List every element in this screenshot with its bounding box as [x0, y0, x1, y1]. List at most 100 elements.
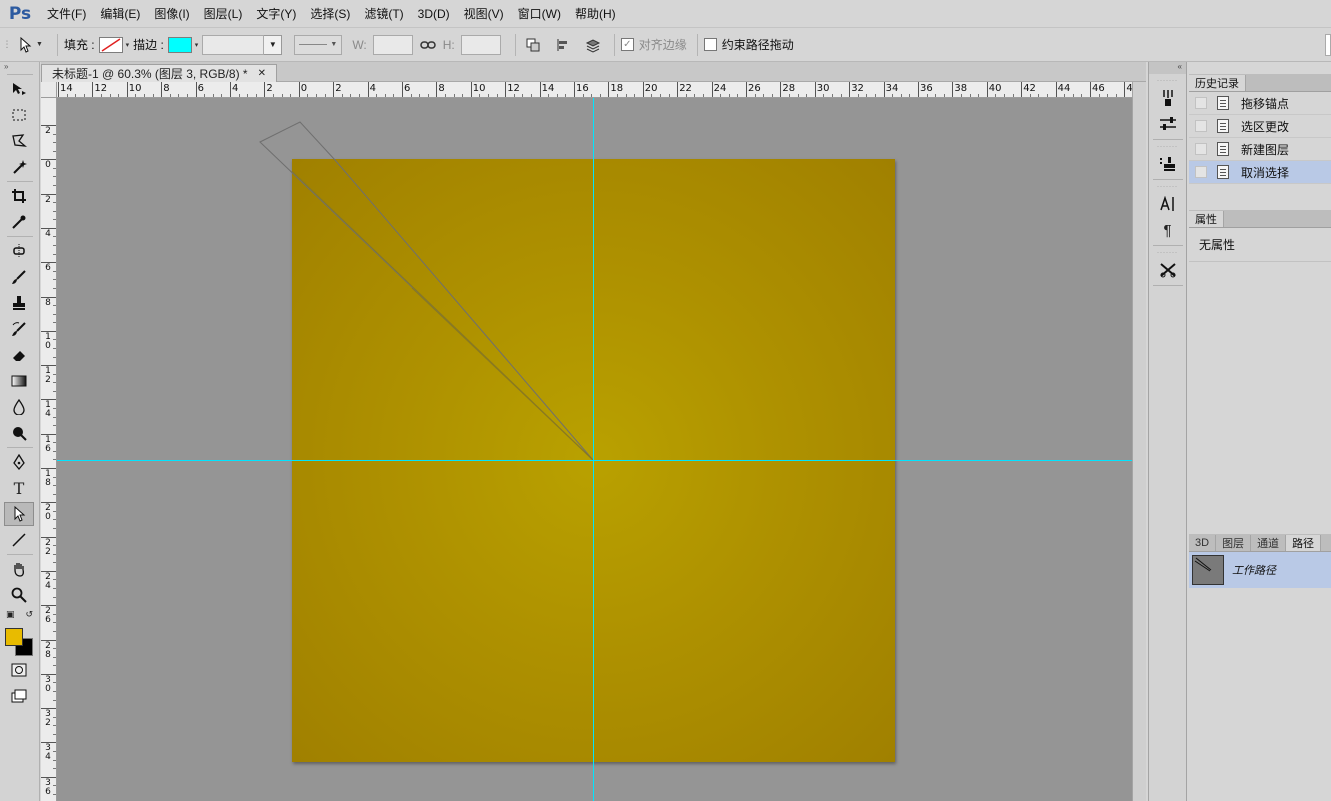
tab-paths[interactable]: 路径 [1286, 535, 1322, 551]
tab-properties[interactable]: 属性 [1189, 211, 1224, 227]
close-icon[interactable]: ✕ [258, 68, 266, 79]
menu-image[interactable]: 图像(I) [147, 0, 196, 28]
character-button[interactable] [1154, 192, 1182, 216]
ruler-label: 0 [300, 83, 308, 94]
quick-mask-button[interactable] [4, 658, 34, 682]
paragraph-button[interactable]: ¶ [1154, 218, 1182, 242]
fill-swatch[interactable] [98, 36, 123, 53]
hand-tool[interactable] [4, 557, 34, 581]
history-source-checkbox[interactable] [1195, 143, 1207, 155]
eyedropper-tool[interactable] [4, 210, 34, 234]
align-edges-checkbox[interactable]: ✓ [620, 38, 634, 51]
ruler-minor-tick [840, 94, 842, 97]
line-tool[interactable] [4, 528, 34, 552]
brush-tool[interactable] [4, 265, 34, 289]
history-source-checkbox[interactable] [1195, 166, 1207, 178]
path-arrangement-icon[interactable] [582, 34, 604, 56]
path-item[interactable]: 工作路径 [1189, 552, 1331, 588]
menu-filter[interactable]: 滤镜(T) [357, 0, 410, 28]
ruler-label: 8 [45, 297, 51, 308]
stroke-width-dropdown[interactable]: ▼ [264, 34, 283, 55]
default-colors-icon[interactable]: ▣ [6, 609, 15, 620]
menu-layer[interactable]: 图层(L) [197, 0, 250, 28]
width-input[interactable] [372, 34, 413, 55]
vertical-ruler[interactable]: 2 0 2 4 6 8 1 0 1 2 1 4 1 6 1 8 2 0 2 2 2 4 2 6 2 8 3 0 3… [41, 98, 57, 801]
ruler-minor-tick [617, 94, 618, 97]
direct-selection-tool[interactable] [4, 502, 34, 526]
marquee-tool[interactable] [4, 103, 34, 127]
pen-tool[interactable] [4, 450, 34, 474]
magic-wand-tool[interactable] [4, 155, 34, 179]
dock-grip[interactable]: ······· [1149, 250, 1186, 256]
gradient-tool[interactable] [4, 369, 34, 393]
document-canvas[interactable] [292, 159, 895, 762]
history-item[interactable]: 选区更改 [1189, 115, 1331, 138]
stroke-label: 描边 : [133, 38, 164, 52]
ruler-minor-tick [1081, 94, 1083, 97]
canvas-area[interactable] [57, 98, 1132, 801]
dock-grip[interactable]: ······· [1149, 78, 1186, 84]
stroke-swatch[interactable] [167, 36, 192, 53]
path-alignment-icon[interactable] [552, 34, 574, 56]
tab-channels[interactable]: 通道 [1251, 535, 1287, 551]
tab-history[interactable]: 历史记录 [1189, 75, 1246, 91]
healing-tool[interactable] [4, 239, 34, 263]
ruler-label: 6 [404, 83, 411, 94]
horizontal-ruler[interactable]: 14 12 10 8 6 4 2 0 2 4 6 8 10 12 14 16 18 20 22 24 26 28 30 32 3… [57, 82, 1132, 98]
menu-type[interactable]: 文字(Y) [249, 0, 303, 28]
tool-preset-picker[interactable]: ▼ [14, 28, 51, 62]
menu-edit[interactable]: 编辑(E) [93, 0, 147, 28]
history-item-selected[interactable]: 取消选择 [1189, 161, 1331, 184]
tool-presets-button[interactable] [1154, 258, 1182, 282]
brush-icon [12, 270, 26, 284]
clone-source-button[interactable] [1154, 152, 1182, 176]
path-operations-icon[interactable] [522, 34, 544, 56]
foreground-color[interactable] [5, 628, 23, 646]
ruler-minor-tick [359, 94, 360, 97]
dock-grip[interactable]: ······· [1149, 184, 1186, 190]
zoom-tool[interactable] [4, 583, 34, 607]
type-tool[interactable]: T [4, 476, 34, 500]
crop-tool[interactable] [4, 184, 34, 208]
ruler-label: 46 [1092, 83, 1105, 94]
history-item[interactable]: 新建图层 [1189, 138, 1331, 161]
dock-collapse-icon[interactable]: « [1149, 62, 1186, 74]
fill-label: 填充 : [63, 38, 95, 52]
tab-layers[interactable]: 图层 [1216, 535, 1252, 551]
link-icon[interactable] [417, 34, 439, 56]
history-source-checkbox[interactable] [1195, 97, 1207, 109]
history-source-checkbox[interactable] [1195, 120, 1207, 132]
adjustments-button[interactable] [1154, 112, 1182, 136]
menu-help[interactable]: 帮助(H) [568, 0, 623, 28]
stamp-tool[interactable] [4, 291, 34, 315]
height-input[interactable] [460, 34, 501, 55]
stroke-width-field[interactable] [202, 34, 265, 55]
vertical-scrollbar[interactable] [1132, 82, 1146, 801]
stroke-type-dropdown[interactable]: ▼ [294, 34, 343, 55]
properties-body: 无属性 [1189, 228, 1331, 262]
blur-tool[interactable] [4, 395, 34, 419]
dock-grip[interactable]: ······· [1149, 144, 1186, 150]
swap-colors-icon[interactable]: ↺ [25, 609, 33, 620]
constrain-path-checkbox[interactable] [703, 38, 717, 51]
eraser-tool[interactable] [4, 343, 34, 367]
screen-mode-button[interactable] [4, 684, 34, 708]
ruler-origin[interactable] [41, 82, 57, 98]
toolbox-collapse-icon[interactable]: » [0, 62, 39, 72]
history-brush-tool[interactable] [4, 317, 34, 341]
menu-file[interactable]: 文件(F) [40, 0, 93, 28]
brush-presets-button[interactable] [1154, 86, 1182, 110]
menu-view[interactable]: 视图(V) [457, 0, 511, 28]
lasso-tool[interactable] [4, 129, 34, 153]
ruler-minor-tick [53, 339, 56, 341]
menu-3d[interactable]: 3D(D) [411, 0, 457, 28]
ruler-major-tick [849, 82, 851, 97]
document-tab[interactable]: 未标题-1 @ 60.3% (图层 3, RGB/8) * ✕ [41, 64, 277, 82]
dodge-tool[interactable] [4, 421, 34, 445]
ruler-minor-tick [75, 94, 77, 97]
move-tool[interactable] [4, 77, 34, 101]
history-item[interactable]: 拖移锚点 [1189, 92, 1331, 115]
tab-3d[interactable]: 3D [1189, 535, 1217, 551]
menu-window[interactable]: 窗口(W) [511, 0, 568, 28]
menu-select[interactable]: 选择(S) [303, 0, 357, 28]
